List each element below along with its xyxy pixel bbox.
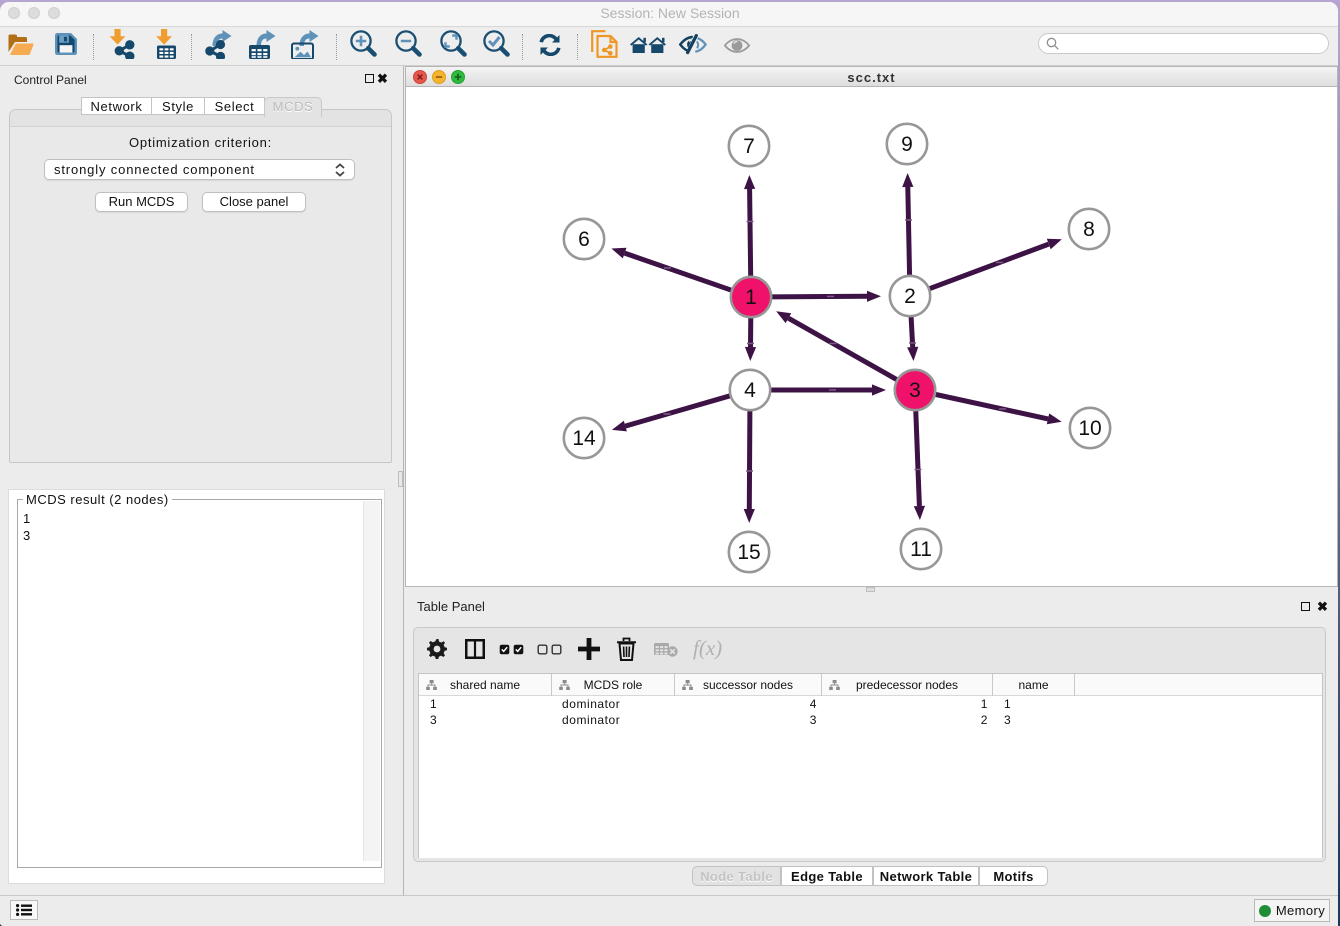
svg-text:4: 4	[744, 379, 756, 402]
svg-text:14: 14	[572, 427, 596, 450]
svg-text:6: 6	[578, 228, 590, 251]
svg-text:3: 3	[909, 379, 921, 402]
svg-text:2: 2	[904, 285, 916, 308]
svg-text:10: 10	[1078, 417, 1101, 440]
svg-text:1: 1	[745, 286, 757, 309]
svg-text:f(x): f(x)	[693, 638, 722, 660]
svg-text:15: 15	[737, 541, 760, 564]
svg-text:9: 9	[901, 133, 913, 156]
svg-text:8: 8	[1083, 218, 1095, 241]
svg-text:7: 7	[743, 135, 755, 158]
svg-text:11: 11	[910, 538, 932, 561]
